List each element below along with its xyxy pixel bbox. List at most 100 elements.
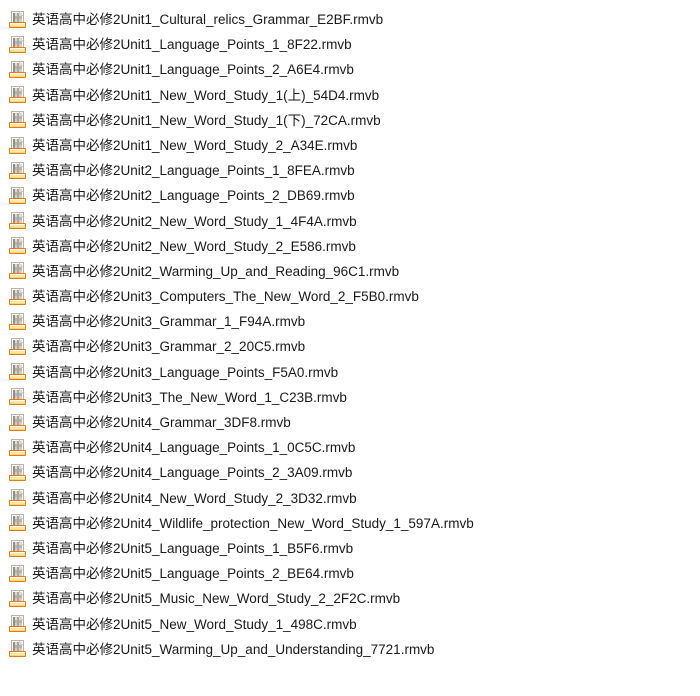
file-list-item[interactable]: 英语高中必修2Unit2_New_Word_Study_2_E586.rmvb [9, 234, 700, 259]
file-list-item[interactable]: 英语高中必修2Unit3_Grammar_1_F94A.rmvb [9, 309, 700, 334]
file-list-item[interactable]: 英语高中必修2Unit2_Warming_Up_and_Reading_96C1… [9, 259, 700, 284]
file-icon-player-bar [9, 424, 26, 431]
file-icon-player-bar [9, 399, 26, 406]
rmvb-media-file-icon [9, 438, 27, 457]
file-list-item[interactable]: 英语高中必修2Unit1_New_Word_Study_1(下)_72CA.rm… [9, 108, 700, 133]
file-icon-thumbnail [13, 239, 22, 249]
file-list-item[interactable]: 英语高中必修2Unit2_Language_Points_2_DB69.rmvb [9, 183, 700, 208]
file-icon-thumbnail [13, 365, 22, 375]
file-icon-thumbnail [13, 390, 22, 400]
rmvb-media-file-icon [9, 589, 27, 608]
file-list-item[interactable]: 英语高中必修2Unit5_Language_Points_2_BE64.rmvb [9, 561, 700, 586]
file-list-item[interactable]: 英语高中必修2Unit5_Music_New_Word_Study_2_2F2C… [9, 586, 700, 611]
file-icon-thumbnail [13, 642, 22, 652]
file-name-label: 英语高中必修2Unit3_Language_Points_F5A0.rmvb [32, 364, 339, 380]
file-icon-player-bar [9, 147, 26, 154]
file-list-item[interactable]: 英语高中必修2Unit2_Language_Points_1_8FEA.rmvb [9, 158, 700, 183]
rmvb-media-file-icon [9, 413, 27, 432]
file-name-label: 英语高中必修2Unit2_Language_Points_2_DB69.rmvb [32, 188, 355, 204]
file-icon-player-bar [9, 651, 26, 658]
rmvb-media-file-icon [9, 514, 27, 532]
rmvb-media-file-icon [9, 363, 27, 381]
file-list-item[interactable]: 英语高中必修2Unit1_New_Word_Study_1(上)_54D4.rm… [9, 83, 700, 108]
file-icon-player-bar [9, 600, 26, 607]
file-name-label: 英语高中必修2Unit2_Warming_Up_and_Reading_96C1… [32, 263, 400, 279]
file-icon-thumbnail [13, 566, 22, 576]
file-list-item[interactable]: 英语高中必修2Unit3_Computers_The_New_Word_2_F5… [9, 284, 700, 309]
file-icon-thumbnail [13, 591, 22, 601]
file-list-item[interactable]: 英语高中必修2Unit4_Language_Points_2_3A09.rmvb [9, 460, 700, 485]
file-icon-thumbnail [13, 37, 22, 47]
file-icon-player-bar [9, 449, 26, 456]
file-icon-thumbnail [13, 314, 22, 324]
file-list-item[interactable]: 英语高中必修2Unit3_Language_Points_F5A0.rmvb [9, 360, 700, 385]
file-name-label: 英语高中必修2Unit3_Grammar_2_20C5.rmvb [32, 339, 306, 355]
file-list-item[interactable]: 英语高中必修2Unit5_Language_Points_1_B5F6.rmvb [9, 536, 700, 561]
file-icon-thumbnail [13, 188, 22, 198]
file-icon-thumbnail [13, 88, 22, 98]
file-list-item[interactable]: 英语高中必修2Unit3_Grammar_2_20C5.rmvb [9, 334, 700, 359]
file-name-label: 英语高中必修2Unit4_Grammar_3DF8.rmvb [32, 415, 291, 430]
rmvb-media-file-icon [9, 186, 27, 205]
file-list-item[interactable]: 英语高中必修2Unit4_New_Word_Study_2_3D32.rmvb [9, 486, 700, 511]
file-icon-thumbnail [13, 264, 22, 274]
file-icon-thumbnail [13, 289, 22, 299]
rmvb-media-file-icon [9, 388, 27, 406]
rmvb-media-file-icon [9, 237, 27, 255]
rmvb-media-file-icon [9, 489, 27, 507]
file-name-label: 英语高中必修2Unit5_Music_New_Word_Study_2_2F2C… [32, 591, 401, 607]
file-list-item[interactable]: 英语高中必修2Unit1_Language_Points_1_8F22.rmvb [9, 32, 700, 57]
file-list-item[interactable]: 英语高中必修2Unit2_New_Word_Study_1_4F4A.rmvb [9, 209, 700, 234]
file-name-label: 英语高中必修2Unit1_New_Word_Study_2_A34E.rmvb [32, 137, 358, 153]
rmvb-media-file-icon [9, 463, 27, 482]
file-name-label: 英语高中必修2Unit5_Warming_Up_and_Understandin… [32, 641, 435, 657]
file-icon-thumbnail [13, 12, 22, 22]
file-icon-thumbnail [13, 465, 22, 475]
rmvb-media-file-icon [9, 136, 27, 155]
file-name-label: 英语高中必修2Unit2_New_Word_Study_2_E586.rmvb [32, 238, 356, 254]
file-icon-thumbnail [13, 516, 22, 526]
rmvb-media-file-icon [9, 338, 27, 356]
file-icon-player-bar [9, 575, 26, 582]
file-list[interactable]: 英语高中必修2Unit1_Cultural_relics_Grammar_E2B… [0, 0, 700, 662]
file-name-label: 英语高中必修2Unit4_New_Word_Study_2_3D32.rmvb [32, 490, 357, 506]
file-icon-thumbnail [13, 138, 22, 148]
file-name-label: 英语高中必修2Unit3_Computers_The_New_Word_2_F5… [32, 289, 419, 305]
file-name-label: 英语高中必修2Unit3_Grammar_1_F94A.rmvb [32, 314, 306, 330]
file-name-label: 英语高中必修2Unit4_Language_Points_1_0C5C.rmvb [32, 440, 356, 456]
file-list-item[interactable]: 英语高中必修2Unit1_Language_Points_2_A6E4.rmvb [9, 57, 700, 82]
file-icon-player-bar [9, 97, 26, 104]
file-name-label: 英语高中必修2Unit1_Language_Points_1_8F22.rmvb [32, 37, 352, 53]
file-icon-thumbnail [13, 214, 22, 224]
file-name-label: 英语高中必修2Unit5_New_Word_Study_1_498C.rmvb [32, 616, 357, 632]
file-list-item[interactable]: 英语高中必修2Unit1_Cultural_relics_Grammar_E2B… [9, 7, 700, 32]
rmvb-media-file-icon [9, 60, 27, 79]
file-icon-player-bar [9, 122, 26, 129]
file-icon-player-bar [9, 550, 26, 557]
file-name-label: 英语高中必修2Unit2_Language_Points_1_8FEA.rmvb [32, 163, 355, 179]
file-icon-thumbnail [13, 491, 22, 501]
file-icon-thumbnail [13, 617, 22, 627]
rmvb-media-file-icon [9, 312, 27, 331]
file-list-item[interactable]: 英语高中必修2Unit4_Language_Points_1_0C5C.rmvb [9, 435, 700, 460]
file-icon-player-bar [9, 248, 26, 255]
file-list-item[interactable]: 英语高中必修2Unit5_New_Word_Study_1_498C.rmvb [9, 612, 700, 637]
file-list-item[interactable]: 英语高中必修2Unit4_Grammar_3DF8.rmvb [9, 410, 700, 435]
file-icon-player-bar [9, 323, 26, 330]
file-list-item[interactable]: 英语高中必修2Unit3_The_New_Word_1_C23B.rmvb [9, 385, 700, 410]
file-icon-player-bar [9, 71, 26, 78]
file-list-item[interactable]: 英语高中必修2Unit4_Wildlife_protection_New_Wor… [9, 511, 700, 536]
rmvb-media-file-icon [9, 539, 27, 558]
rmvb-media-file-icon [9, 564, 27, 583]
file-list-item[interactable]: 英语高中必修2Unit5_Warming_Up_and_Understandin… [9, 637, 700, 662]
rmvb-media-file-icon [9, 161, 27, 180]
file-name-label: 英语高中必修2Unit1_New_Word_Study_1(上)_54D4.rm… [32, 87, 380, 103]
file-list-item[interactable]: 英语高中必修2Unit1_New_Word_Study_2_A34E.rmvb [9, 133, 700, 158]
file-icon-player-bar [9, 46, 26, 53]
file-icon-thumbnail [13, 113, 22, 123]
file-icon-player-bar [9, 349, 26, 356]
file-icon-player-bar [9, 223, 26, 230]
rmvb-media-file-icon [9, 35, 27, 54]
file-icon-thumbnail [13, 163, 22, 173]
file-icon-player-bar [9, 500, 26, 507]
